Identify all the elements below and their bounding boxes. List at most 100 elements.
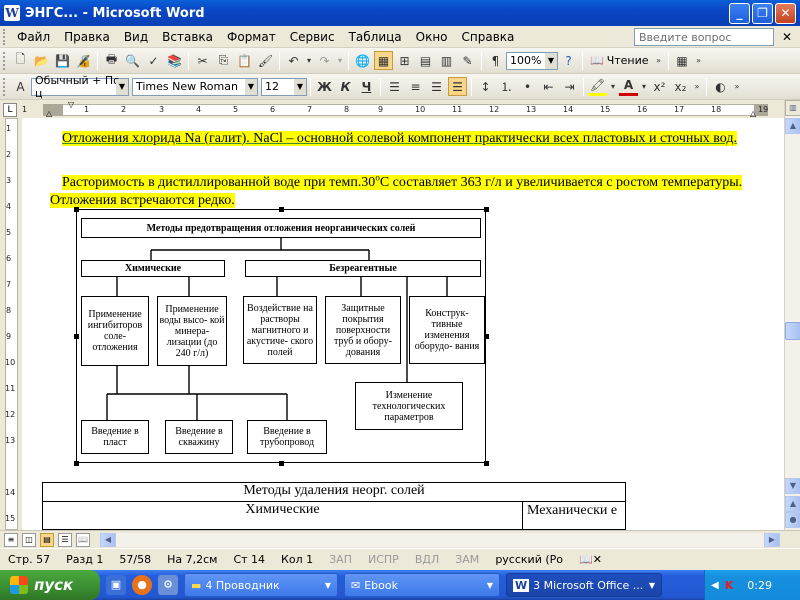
ask-question-input[interactable]: Введите вопрос (634, 27, 774, 46)
removal-methods-table[interactable]: Методы удаления неорг. солей Химические … (42, 482, 626, 530)
justify-icon[interactable]: ☰ (448, 77, 467, 96)
resize-handle[interactable] (484, 461, 489, 466)
highlight-dropdown-icon[interactable]: ▾ (609, 77, 617, 96)
right-indent-marker[interactable]: △ (750, 109, 756, 118)
scroll-up-icon[interactable]: ▲ (785, 118, 800, 134)
firefox-icon[interactable]: ● (132, 575, 152, 595)
resize-handle[interactable] (279, 461, 284, 466)
toolbar-more-icon[interactable]: » (694, 51, 704, 70)
horizontal-scrollbar[interactable]: ◀ ▶ (100, 533, 780, 547)
resize-handle[interactable] (279, 207, 284, 212)
subscript-icon[interactable]: x₂ (671, 77, 690, 96)
spelling-icon[interactable]: ✓ (144, 51, 163, 70)
font-color-dropdown-icon[interactable]: ▾ (640, 77, 648, 96)
underline-button[interactable]: Ч (357, 77, 376, 96)
previous-page-icon[interactable]: ▲ (785, 496, 800, 512)
menu-help[interactable]: Справка (455, 30, 522, 44)
paragraph-solubility[interactable]: Расторимость в дистиллированной воде при… (50, 168, 762, 210)
cut-icon[interactable]: ✂ (193, 51, 212, 70)
status-language[interactable]: русский (Ро (487, 553, 571, 566)
permission-icon[interactable]: 🔏 (74, 51, 93, 70)
vertical-scrollbar[interactable]: ▥ ▲ ▼ ▲ ● (784, 100, 800, 530)
align-right-icon[interactable]: ☰ (427, 77, 446, 96)
resize-handle[interactable] (484, 334, 489, 339)
bullets-icon[interactable]: • (518, 77, 537, 96)
align-center-icon[interactable]: ≡ (406, 77, 425, 96)
numbering-icon[interactable]: ⒈ (497, 77, 516, 96)
toolbar-grip[interactable] (3, 77, 7, 96)
menu-edit[interactable]: Правка (57, 30, 117, 44)
columns-icon[interactable]: ▥ (437, 51, 456, 70)
menu-insert[interactable]: Вставка (155, 30, 220, 44)
scroll-left-icon[interactable]: ◀ (100, 533, 116, 547)
chevron-down-icon[interactable]: ▼ (116, 78, 128, 95)
outline-view-icon[interactable]: ☰ (58, 532, 72, 547)
chevron-down-icon[interactable]: ▼ (545, 52, 557, 69)
task-explorer[interactable]: ▬ 4 Проводник ▼ (184, 573, 338, 597)
task-ebook[interactable]: ✉ Ebook ▼ (344, 573, 500, 597)
style-select[interactable]: Обычный + По ц ▼ (31, 74, 129, 100)
first-line-indent-marker[interactable]: ▽ (68, 100, 74, 109)
undo-icon[interactable]: ↶ (284, 51, 303, 70)
menu-tools[interactable]: Сервис (283, 30, 342, 44)
toolbar-more-icon[interactable]: » (732, 77, 742, 96)
print-layout-icon[interactable]: ▤ (40, 532, 54, 547)
table-header-cell[interactable]: Методы удаления неорг. солей (42, 482, 626, 502)
doc-close-icon[interactable]: ✕ (780, 30, 794, 44)
menu-view[interactable]: Вид (117, 30, 155, 44)
decrease-indent-icon[interactable]: ⇤ (539, 77, 558, 96)
document-page[interactable]: Отложения хлорида Na (галит). NaCl – осн… (22, 118, 784, 530)
status-track-changes[interactable]: ИСПР (360, 553, 407, 566)
scroll-thumb[interactable] (785, 322, 800, 340)
highlight-icon[interactable]: 🖍 (588, 77, 607, 96)
table-cell-mechanical[interactable]: Механически е (522, 501, 626, 530)
toolbar-overflow-icon[interactable]: ▦ (673, 51, 692, 70)
toolbar-grip[interactable] (3, 51, 7, 70)
status-extend[interactable]: ВДЛ (407, 553, 447, 566)
settings-icon[interactable]: ⚙ (158, 575, 178, 595)
resize-handle[interactable] (484, 207, 489, 212)
menu-grip[interactable] (3, 28, 7, 45)
minimize-button[interactable]: _ (729, 2, 750, 24)
status-overwrite[interactable]: ЗАМ (447, 553, 487, 566)
tray-clock[interactable]: 0:29 (747, 579, 772, 592)
resize-handle[interactable] (74, 461, 79, 466)
left-indent-marker[interactable]: △ (46, 109, 52, 118)
redo-icon[interactable]: ↷ (315, 51, 334, 70)
word-app-icon[interactable]: W (4, 5, 20, 21)
insert-excel-icon[interactable]: ▤ (416, 51, 435, 70)
chevron-down-icon[interactable]: ▼ (294, 78, 306, 95)
format-painter-icon[interactable]: 🖌 (256, 51, 275, 70)
show-hide-icon[interactable]: ¶ (486, 51, 505, 70)
spelling-status-icon[interactable]: 📖✕ (571, 553, 610, 566)
menu-file[interactable]: Файл (10, 30, 57, 44)
menu-table[interactable]: Таблица (342, 30, 409, 44)
paragraph-halite[interactable]: Отложения хлорида Na (галит). NaCl – осн… (50, 130, 762, 148)
ruler-toggle-icon[interactable]: ▥ (785, 100, 800, 116)
tray-arrow-icon[interactable]: ◀ (711, 580, 719, 591)
table-cell-chemical[interactable]: Химические (42, 501, 523, 530)
scroll-right-icon[interactable]: ▶ (764, 533, 780, 547)
undo-dropdown-icon[interactable]: ▾ (305, 51, 313, 70)
close-button[interactable]: ✕ (775, 2, 796, 24)
line-spacing-icon[interactable]: ↕ (476, 77, 495, 96)
redo-dropdown-icon[interactable]: ▾ (336, 51, 344, 70)
superscript-icon[interactable]: x² (650, 77, 669, 96)
outline-icon[interactable]: ◐ (711, 77, 730, 96)
drawing-icon[interactable]: ✎ (458, 51, 477, 70)
web-view-icon[interactable]: ◫ (22, 532, 36, 547)
restore-button[interactable]: ❐ (752, 2, 773, 24)
save-icon[interactable]: 💾 (53, 51, 72, 70)
resize-handle[interactable] (74, 207, 79, 212)
print-preview-icon[interactable]: 🔍 (123, 51, 142, 70)
tables-borders-icon[interactable]: ▦ (374, 51, 393, 70)
font-size-select[interactable]: 12 ▼ (261, 77, 307, 96)
font-color-icon[interactable]: A (619, 77, 638, 96)
help-icon[interactable]: ? (559, 51, 578, 70)
increase-indent-icon[interactable]: ⇥ (560, 77, 579, 96)
print-icon[interactable]: 🖶 (102, 51, 121, 70)
task-word[interactable]: W 3 Microsoft Office ... ▼ (506, 573, 662, 597)
vertical-ruler[interactable]: 1 2 3 4 5 6 7 8 9 10 11 12 13 14 15 (0, 118, 22, 530)
status-record[interactable]: ЗАП (321, 553, 360, 566)
reading-view-icon[interactable]: 📖 (76, 532, 90, 547)
